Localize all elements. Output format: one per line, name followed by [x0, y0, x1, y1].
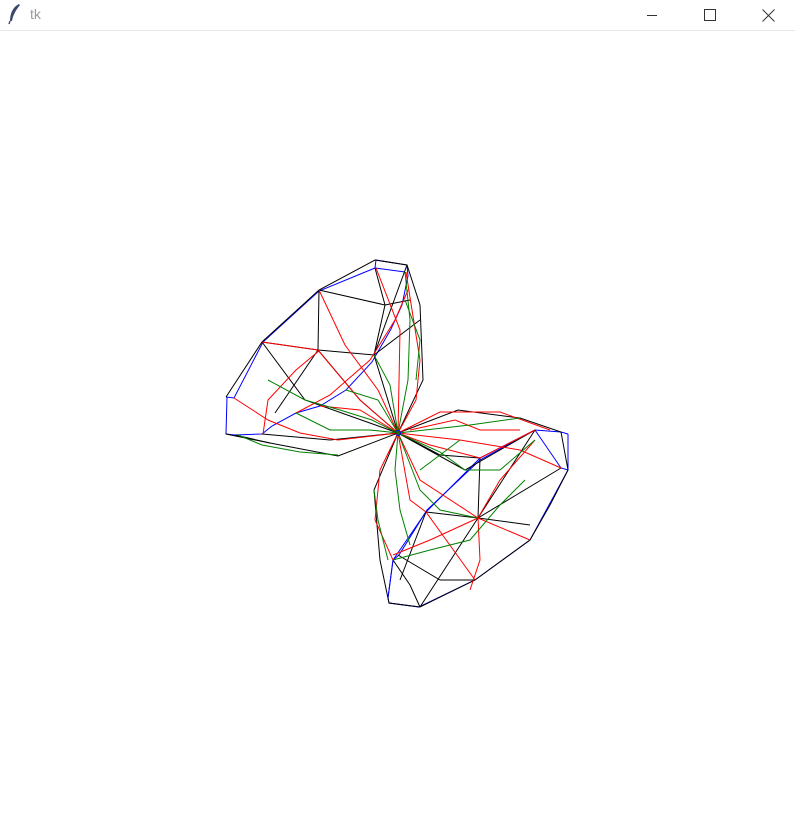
minimize-icon	[647, 15, 657, 16]
feather-icon	[8, 4, 20, 25]
drawing-canvas[interactable]	[0, 31, 795, 831]
upper-lobe-wireframe	[225, 259, 424, 457]
wireframe-surface	[225, 259, 569, 608]
app-window: tk	[0, 0, 795, 831]
window-title: tk	[30, 6, 41, 22]
title-bar[interactable]: tk	[0, 0, 795, 31]
maximize-button[interactable]	[681, 0, 739, 30]
lower-lobe-wireframe	[373, 409, 569, 608]
maximize-icon	[704, 9, 716, 21]
close-button[interactable]	[739, 0, 795, 30]
minimize-button[interactable]	[623, 0, 681, 30]
close-icon	[761, 8, 775, 22]
